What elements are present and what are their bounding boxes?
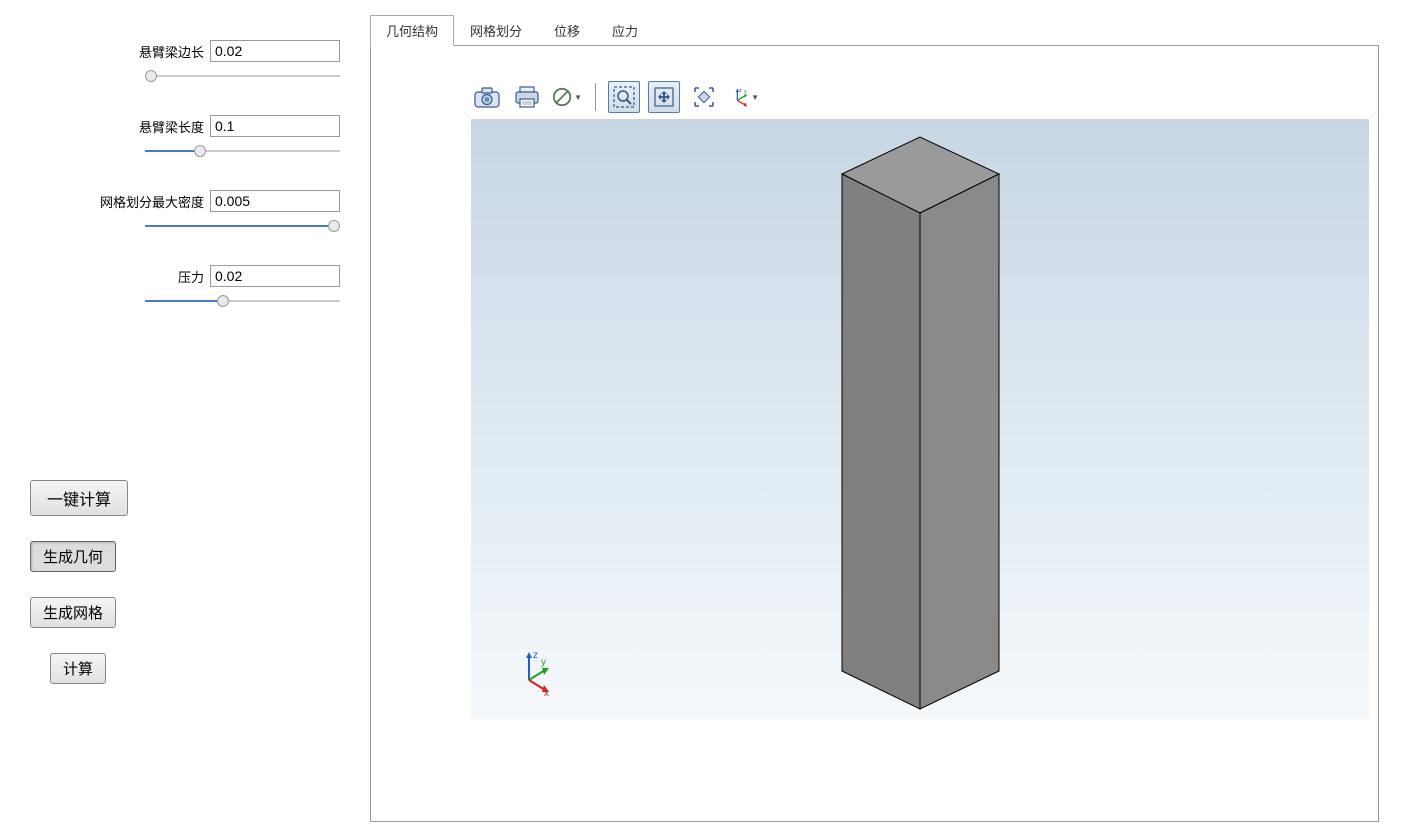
camera-icon[interactable]	[471, 81, 503, 113]
label-pressure: 压力	[178, 267, 204, 286]
label-edge-length: 悬臂梁边长	[139, 42, 204, 61]
quick-calc-button[interactable]: 一键计算	[30, 480, 128, 516]
viewer-frame: ▼	[370, 45, 1379, 822]
input-mesh-density[interactable]	[210, 190, 340, 212]
pan-icon[interactable]	[648, 81, 680, 113]
param-edge-length: 悬臂梁边长	[30, 40, 340, 85]
param-length: 悬臂梁长度	[30, 115, 340, 160]
axis-icon[interactable]: z y x ▼	[728, 81, 760, 113]
tab-mesh[interactable]: 网格划分	[454, 15, 538, 46]
3d-viewport[interactable]: z y x	[471, 119, 1369, 719]
svg-text:z: z	[533, 650, 538, 661]
svg-text:y: y	[744, 89, 747, 95]
calculate-button[interactable]: 计算	[50, 653, 106, 684]
tabs: 几何结构 网格划分 位移 应力	[370, 15, 1379, 46]
separator	[595, 83, 596, 111]
tab-displacement[interactable]: 位移	[538, 15, 596, 46]
axis-indicator: z y x	[511, 646, 561, 699]
print-icon[interactable]	[511, 81, 543, 113]
main-area: 几何结构 网格划分 位移 应力	[370, 0, 1409, 837]
chevron-down-icon: ▼	[574, 93, 582, 102]
svg-text:x: x	[744, 102, 747, 108]
param-pressure: 压力	[30, 265, 340, 310]
label-mesh-density: 网格划分最大密度	[100, 192, 204, 211]
svg-text:x: x	[544, 688, 549, 696]
reset-icon[interactable]: ▼	[551, 81, 583, 113]
slider-length[interactable]	[145, 144, 340, 160]
input-pressure[interactable]	[210, 265, 340, 287]
input-length[interactable]	[210, 115, 340, 137]
input-edge-length[interactable]	[210, 40, 340, 62]
slider-edge-length[interactable]	[145, 69, 340, 85]
zoom-select-icon[interactable]	[608, 81, 640, 113]
label-length: 悬臂梁长度	[139, 117, 204, 136]
viewer-toolbar: ▼	[471, 81, 1378, 113]
slider-pressure[interactable]	[145, 294, 340, 310]
gen-mesh-button[interactable]: 生成网格	[30, 597, 116, 628]
tab-stress[interactable]: 应力	[596, 15, 654, 46]
sidebar: 悬臂梁边长 悬臂梁长度 网格划分最大密度	[0, 0, 370, 837]
chevron-down-icon: ▼	[751, 93, 759, 102]
gen-geometry-button[interactable]: 生成几何	[30, 541, 116, 572]
zoom-extents-icon[interactable]	[688, 81, 720, 113]
tab-geometry[interactable]: 几何结构	[370, 15, 454, 46]
param-mesh-density: 网格划分最大密度	[30, 190, 340, 235]
svg-text:z: z	[739, 88, 742, 94]
slider-mesh-density[interactable]	[145, 219, 340, 235]
svg-text:y: y	[541, 657, 546, 668]
geometry-render	[471, 119, 1369, 719]
